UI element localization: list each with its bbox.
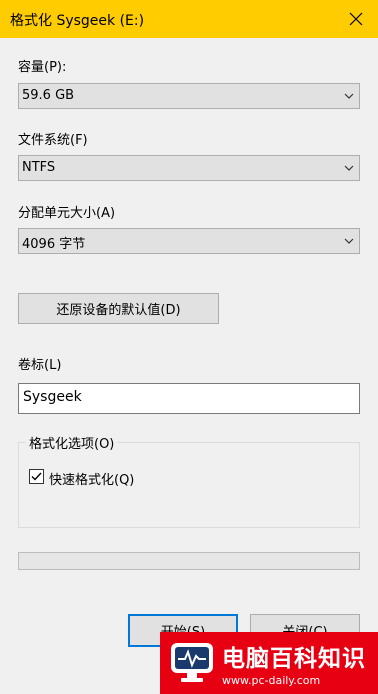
close-icon [349,12,363,26]
format-progress-bar [18,552,360,570]
filesystem-select[interactable]: NTFS [18,155,360,181]
quick-format-label[interactable]: 快速格式化(Q) [49,469,134,488]
format-options-legend: 格式化选项(O) [26,433,118,452]
quick-format-checkbox[interactable] [29,469,44,484]
capacity-label: 容量(P): [18,60,67,75]
volume-label-value: Sysgeek [23,389,82,405]
watermark-logo: 电脑百科知识 www.pc-daily.com [160,632,378,694]
chevron-down-icon [344,165,354,171]
chevron-down-icon [344,93,354,99]
volume-label-input[interactable]: Sysgeek [18,383,360,414]
allocation-label: 分配单元大小(A) [18,206,116,221]
filesystem-label: 文件系统(F) [18,133,88,148]
title-bar: 格式化 Sysgeek (E:) [0,0,378,38]
capacity-select[interactable]: 59.6 GB [18,83,360,109]
volume-label: 卷标(L) [18,358,62,373]
chevron-down-icon [344,238,354,244]
watermark-title: 电脑百科知识 [222,646,366,672]
monitor-logo-icon [171,643,213,682]
allocation-select[interactable]: 4096 字节 [18,228,360,254]
window-title: 格式化 Sysgeek (E:) [10,13,145,29]
allocation-value: 4096 字节 [22,237,86,252]
capacity-value: 59.6 GB [22,88,75,103]
filesystem-value: NTFS [22,160,56,175]
checkmark-icon [31,472,42,481]
watermark-url: www.pc-daily.com [222,674,321,687]
window-close-button[interactable] [340,3,372,35]
restore-defaults-button[interactable]: 还原设备的默认值(D) [18,293,219,324]
